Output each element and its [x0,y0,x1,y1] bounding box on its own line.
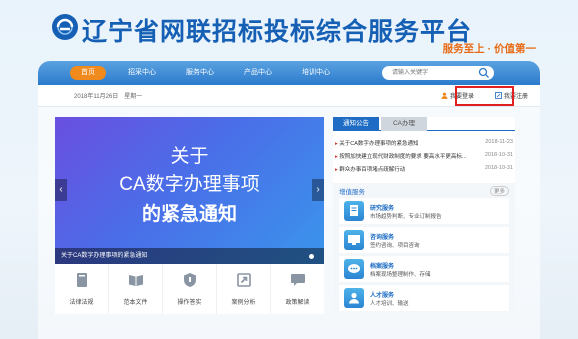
person-icon [344,288,364,308]
service-title: 咨询服务 [370,235,395,241]
open-book-icon [128,275,143,286]
quicklink-cases[interactable]: 案例分析 [217,264,271,314]
quicklink-operations[interactable]: 操作答实 [163,264,217,314]
monitor-icon [344,230,364,250]
carousel-dot[interactable] [309,254,314,259]
quicklink-label: 范本文件 [123,300,148,306]
service-title: 人才服务 [370,293,395,299]
user-icon [441,92,448,99]
news-item[interactable]: ▸ 按照加快建立现代财政制度的要求 要高水平更高标... 2018-10-31 [335,152,513,162]
banner-headline-1: 关于 [170,146,209,167]
banner-caption[interactable]: 关于CA数字办理事项的紧急通知 [55,248,324,264]
chat-icon [290,274,305,286]
news-panel: 通知公告 CA办理 ▸ 关于CA数字办理事项的紧急通知 2018-11-23 ▸… [333,117,515,183]
bullet-icon: ▸ [335,167,338,173]
services-heading: 增值服务 [339,189,365,196]
news-date: 2018-11-23 [485,139,513,145]
service-archive[interactable]: 档案服务 档案现场整理制作、存储 [339,256,509,282]
news-title: 关于CA数字办理事项的紧急通知 [339,141,419,147]
banner-carousel[interactable]: 关于 CA数字办理事项 的紧急通知 ‹ › 关于CA数字办理事项的紧急通知 [55,117,324,264]
quicklink-templates[interactable]: 范本文件 [109,264,163,314]
quicklink-laws[interactable]: 法律法规 [55,264,109,314]
slogan: 服务至上 · 价值第一 [442,43,536,55]
banner-next-button[interactable]: › [312,179,324,201]
quick-links: 法律法规 范本文件 操作答实 案例分析 政策解读 [55,264,324,314]
service-title: 研究服务 [370,206,395,212]
services-panel: 增值服务 更多 研究服务 市场趋势判断、专业订制报告 咨询服务 签约咨询、项目咨… [333,183,515,314]
more-button[interactable]: 更多 [489,186,509,196]
service-desc: 签约咨询、项目咨询 [370,243,420,249]
shield-icon [183,273,196,287]
book-icon [76,273,87,287]
news-item[interactable]: ▸ 群众办事百项堵点疏解行动 2018-10-31 [335,165,513,175]
tab-notices[interactable]: 通知公告 [333,117,379,131]
news-title: 按照加快建立现代财政制度的要求 要高水平更高标... [339,154,467,160]
service-desc: 人才培训、输送 [370,301,409,307]
news-tabs: 通知公告 CA办理 [333,117,515,131]
banner-prev-button[interactable]: ‹ [55,179,67,201]
service-research[interactable]: 研究服务 市场趋势判断、专业订制报告 [339,198,509,224]
service-desc: 档案现场整理制作、存储 [370,272,431,278]
quicklink-policy[interactable]: 政策解读 [271,264,324,314]
banner-headline-3: 的紧急通知 [141,204,237,225]
site-title: 辽宁省网联招标投标综合服务平台 [82,18,473,46]
nav-item-service[interactable]: 服务中心 [182,66,218,80]
nav-item-home[interactable]: 首页 [70,66,106,80]
current-date: 2018年11月26日 星期一 [74,94,143,100]
main-nav: 首页 招采中心 服务中心 产品中心 培训中心 [38,61,540,85]
news-item[interactable]: ▸ 关于CA数字办理事项的紧急通知 2018-11-23 [335,139,513,149]
quicklink-label: 法律法规 [69,300,94,306]
bullet-icon: ▸ [335,141,338,147]
logo-icon [52,14,78,40]
service-desc: 市场趋势判断、专业订制报告 [370,214,442,220]
service-consulting[interactable]: 咨询服务 签约咨询、项目咨询 [339,227,509,253]
banner-headline-2: CA数字办理事项 [119,174,260,195]
news-date: 2018-10-31 [484,165,513,171]
nav-item-training[interactable]: 培训中心 [298,66,334,80]
service-talent[interactable]: 人才服务 人才培训、输送 [339,285,509,311]
search-icon[interactable] [478,67,490,79]
quicklink-label: 政策解读 [285,300,310,306]
site-header: 辽宁省网联招标投标综合服务平台 服务至上 · 价值第一 [0,0,578,62]
tab-ca[interactable]: CA办理 [381,117,427,131]
news-title: 群众办事百项堵点疏解行动 [339,167,406,173]
nav-item-procurement[interactable]: 招采中心 [124,66,160,80]
bullet-icon: ▸ [335,154,338,160]
quicklink-label: 操作答实 [177,300,202,306]
service-title: 档案服务 [370,264,395,270]
arrow-box-icon [236,273,251,287]
chat-icon [344,259,364,279]
quicklink-label: 案例分析 [231,300,256,306]
register-highlight [455,86,514,106]
document-icon [344,201,364,221]
news-date: 2018-10-31 [484,152,513,158]
nav-item-product[interactable]: 产品中心 [240,66,276,80]
